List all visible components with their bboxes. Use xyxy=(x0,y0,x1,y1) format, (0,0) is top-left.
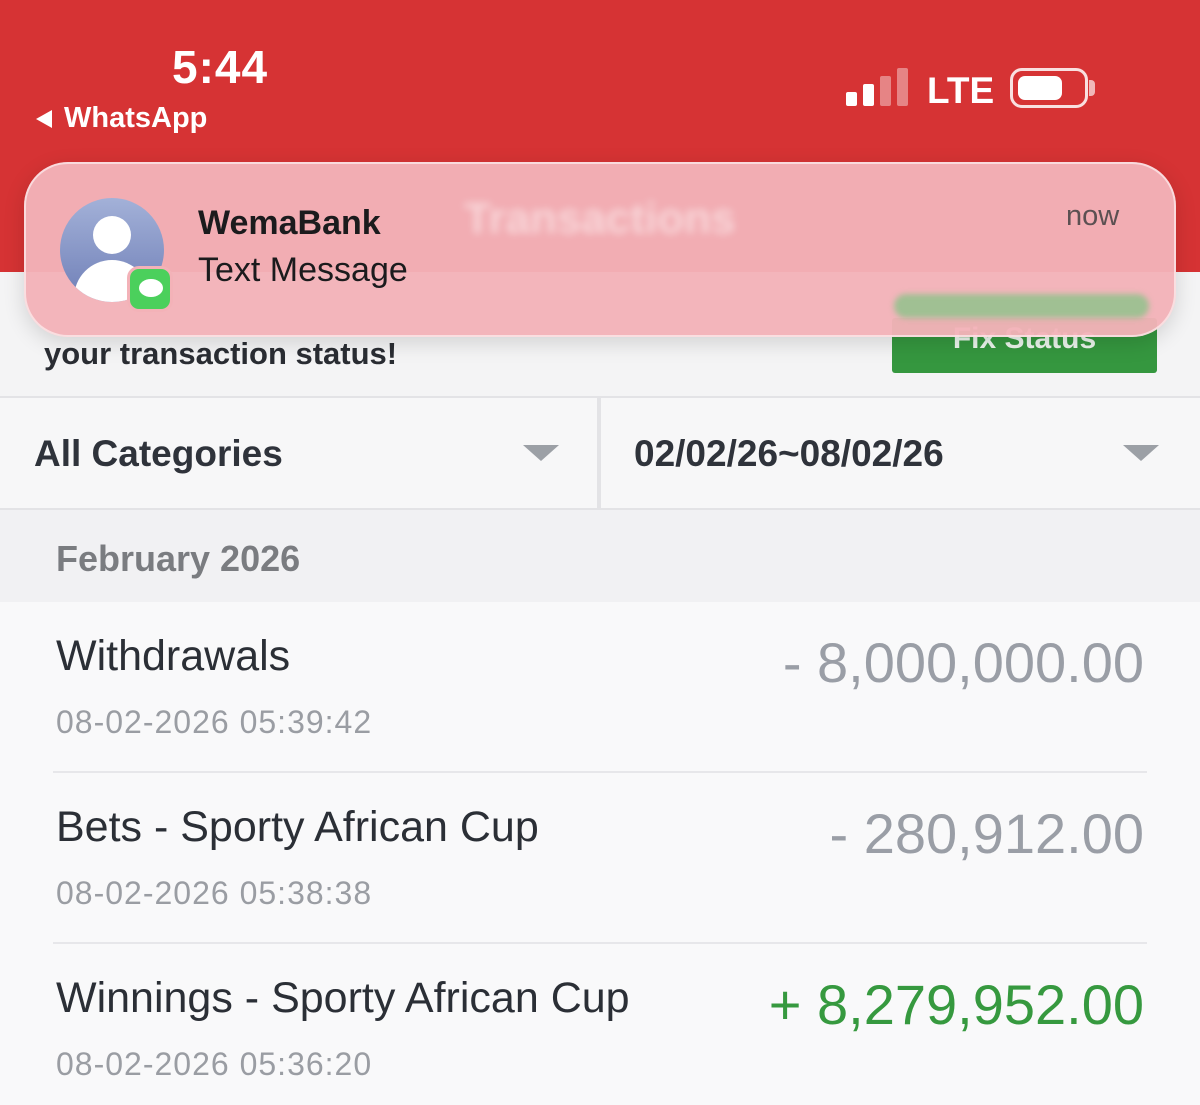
blurred-background-title: Transactions xyxy=(464,194,736,243)
transaction-title: Bets - Sporty African Cup xyxy=(56,803,539,851)
back-arrow-icon xyxy=(36,109,52,128)
transaction-title: Winnings - Sporty African Cup xyxy=(56,974,630,1022)
blurred-background-bar xyxy=(894,294,1149,318)
transaction-time: 08-02-2026 05:39:42 xyxy=(56,704,373,740)
transaction-time: 08-02-2026 05:36:20 xyxy=(56,1046,373,1082)
status-time: 5:44 xyxy=(172,41,269,93)
transaction-amount: + 8,279,952.00 xyxy=(768,973,1144,1036)
filter-divider xyxy=(597,396,601,510)
transaction-list: Withdrawals 08-02-2026 05:39:42 - 8,000,… xyxy=(0,602,1200,1105)
notification-banner[interactable]: Transactions xyxy=(24,162,1176,337)
notification-body: Text Message xyxy=(198,251,408,289)
battery-nub xyxy=(1089,80,1095,96)
banner-text: your transaction status! xyxy=(44,336,398,371)
date-range-filter-label[interactable]: 02/02/26~08/02/26 xyxy=(634,433,944,475)
transaction-row[interactable]: Winnings - Sporty African Cup 08-02-2026… xyxy=(0,944,1200,1105)
back-app-label: WhatsApp xyxy=(64,102,208,134)
transaction-title: Withdrawals xyxy=(56,632,291,680)
transactions-screen: 5:44 WhatsApp LTE your transaction statu… xyxy=(0,0,1200,1105)
chevron-down-icon[interactable] xyxy=(1123,445,1159,461)
network-type: LTE xyxy=(927,70,995,111)
signal-strength-icon xyxy=(846,68,908,106)
month-label: February 2026 xyxy=(56,538,301,579)
category-filter-label[interactable]: All Categories xyxy=(34,433,283,475)
transaction-time: 08-02-2026 05:38:38 xyxy=(56,875,373,911)
transaction-amount: - 8,000,000.00 xyxy=(782,631,1144,694)
notification-time: now xyxy=(1066,200,1120,232)
transaction-amount: - 280,912.00 xyxy=(829,802,1144,865)
notification-sender: WemaBank xyxy=(198,204,381,242)
chevron-down-icon[interactable] xyxy=(523,445,559,461)
back-to-app-link[interactable]: WhatsApp xyxy=(36,102,207,135)
messages-icon xyxy=(127,266,173,312)
battery-icon xyxy=(1010,68,1088,108)
transaction-row[interactable]: Bets - Sporty African Cup 08-02-2026 05:… xyxy=(0,773,1200,944)
transaction-row[interactable]: Withdrawals 08-02-2026 05:39:42 - 8,000,… xyxy=(0,602,1200,773)
